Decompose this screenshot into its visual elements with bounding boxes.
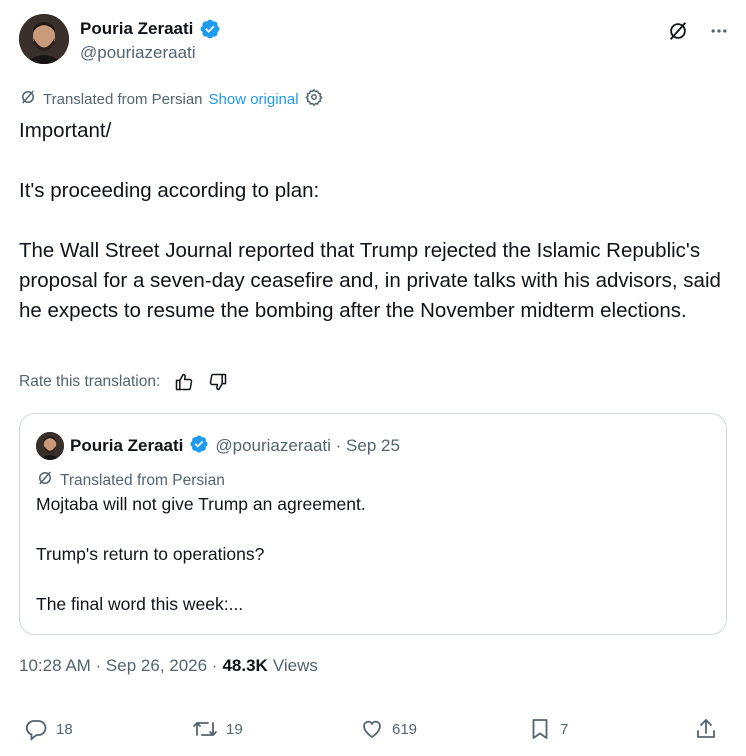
rate-translation: Rate this translation:: [19, 372, 228, 392]
quote-display-name: Pouria Zeraati: [70, 436, 184, 455]
quote-line: Trump's return to operations?: [36, 544, 265, 564]
bookmark-button[interactable]: 7: [528, 717, 568, 741]
quote-text: Mojtaba will not give Trump an agreement…: [36, 492, 716, 617]
tweet-header: Pouria Zeraati @pouriazeraati: [19, 14, 729, 66]
avatar[interactable]: [19, 14, 69, 64]
translate-icon: [36, 469, 54, 492]
repost-button[interactable]: 19: [192, 717, 243, 741]
tweet-text: Important/ It's proceeding according to …: [19, 116, 729, 326]
share-icon: [694, 717, 718, 741]
repost-count: 19: [226, 720, 243, 738]
views-label: Views: [272, 656, 318, 675]
repost-icon: [192, 717, 218, 741]
quote-line: The final word this week:...: [36, 594, 244, 614]
quoted-tweet[interactable]: Pouria Zeraati @pouriazeraati · Sep 25 T…: [19, 413, 727, 635]
like-count: 619: [392, 720, 418, 738]
heart-icon: [360, 717, 384, 741]
translated-label: Translated from Persian: [43, 90, 203, 108]
bookmark-icon: [528, 717, 552, 741]
translation-notice: Translated from Persian Show original: [19, 88, 323, 110]
rate-label: Rate this translation:: [19, 373, 161, 390]
share-button[interactable]: [694, 717, 718, 741]
quote-meta: @pouriazeraati · Sep 25: [215, 436, 400, 455]
tweet-timestamp: 10:28 AM · Sep 26, 2026 · 48.3K Views: [19, 656, 318, 676]
thumbs-up-icon[interactable]: [174, 372, 194, 392]
like-button[interactable]: 619: [360, 717, 417, 741]
thumbs-down-icon[interactable]: [208, 372, 228, 392]
views-count: 48.3K: [222, 656, 268, 675]
action-bar: 18 19 619 7: [24, 717, 724, 747]
timestamp-date[interactable]: 10:28 AM · Sep 26, 2026 ·: [19, 656, 217, 676]
quote-verified-badge-icon: [189, 434, 209, 459]
display-name[interactable]: Pouria Zeraati: [80, 19, 193, 39]
tweet-paragraph: It's proceeding according to plan:: [19, 179, 320, 202]
quote-translated-label: Translated from Persian: [60, 471, 225, 489]
grok-icon[interactable]: [667, 20, 689, 42]
bookmark-count: 7: [560, 720, 569, 738]
verified-badge-icon: [199, 18, 221, 40]
more-options-icon[interactable]: [709, 21, 729, 41]
tweet-paragraph: The Wall Street Journal reported that Tr…: [19, 239, 721, 322]
translation-settings-icon[interactable]: [304, 88, 323, 110]
handle[interactable]: @pouriazeraati: [80, 43, 196, 63]
tweet-paragraph: Important/: [19, 119, 112, 142]
quote-line: Mojtaba will not give Trump an agreement…: [36, 494, 366, 514]
quote-translation-notice: Translated from Persian: [36, 469, 225, 492]
reply-icon: [24, 717, 48, 741]
quote-avatar: [36, 432, 64, 460]
reply-button[interactable]: 18: [24, 717, 73, 741]
translate-icon: [19, 88, 37, 110]
show-original-link[interactable]: Show original: [209, 91, 299, 108]
reply-count: 18: [56, 720, 73, 738]
